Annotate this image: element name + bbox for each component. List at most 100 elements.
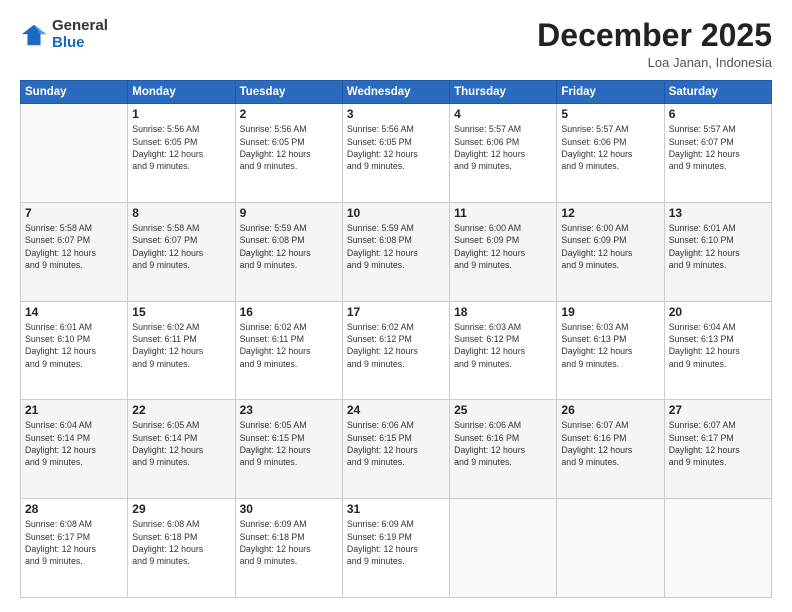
day-number: 31 [347, 502, 445, 516]
table-row: 11Sunrise: 6:00 AMSunset: 6:09 PMDayligh… [450, 202, 557, 301]
day-number: 9 [240, 206, 338, 220]
table-row: 29 Sunrise: 6:08 AMSunset: 6:18 PMDayligh… [128, 499, 235, 598]
page: General Blue December 2025 Loa Janan, In… [0, 0, 792, 612]
table-row: 1 Sunrise: 5:56 AMSunset: 6:05 PMDaylight… [128, 104, 235, 203]
day-number: 26 [561, 403, 659, 417]
table-row: 8Sunrise: 5:58 AMSunset: 6:07 PMDaylight… [128, 202, 235, 301]
day-info: Sunrise: 5:58 AMSunset: 6:07 PMDaylight:… [25, 222, 123, 271]
day-info: Sunrise: 6:09 AMSunset: 6:19 PMDaylight:… [347, 518, 445, 567]
col-thursday: Thursday [450, 81, 557, 104]
calendar-week-row: 1 Sunrise: 5:56 AMSunset: 6:05 PMDaylight… [21, 104, 772, 203]
logo-text: General Blue [52, 18, 108, 51]
table-row: 7Sunrise: 5:58 AMSunset: 6:07 PMDaylight… [21, 202, 128, 301]
day-info: Sunrise: 6:00 AMSunset: 6:09 PMDaylight:… [561, 222, 659, 271]
table-row: 20 Sunrise: 6:04 AMSunset: 6:13 PMDayligh… [664, 301, 771, 400]
calendar-header-row: Sunday Monday Tuesday Wednesday Thursday… [21, 81, 772, 104]
day-info: Sunrise: 6:05 AMSunset: 6:14 PMDaylight:… [132, 419, 230, 468]
day-number: 20 [669, 305, 767, 319]
table-row: 27 Sunrise: 6:07 AMSunset: 6:17 PMDayligh… [664, 400, 771, 499]
day-number: 6 [669, 107, 767, 121]
day-number: 1 [132, 107, 230, 121]
day-number: 17 [347, 305, 445, 319]
day-number: 30 [240, 502, 338, 516]
logo: General Blue [20, 18, 108, 51]
table-row: 4 Sunrise: 5:57 AMSunset: 6:06 PMDaylight… [450, 104, 557, 203]
day-number: 5 [561, 107, 659, 121]
day-info: Sunrise: 6:08 AMSunset: 6:18 PMDaylight:… [132, 518, 230, 567]
day-number: 2 [240, 107, 338, 121]
day-info: Sunrise: 5:56 AMSunset: 6:05 PMDaylight:… [347, 123, 445, 172]
table-row: 15 Sunrise: 6:02 AMSunset: 6:11 PMDayligh… [128, 301, 235, 400]
day-info: Sunrise: 6:02 AMSunset: 6:11 PMDaylight:… [132, 321, 230, 370]
table-row: 9 Sunrise: 5:59 AMSunset: 6:08 PMDaylight… [235, 202, 342, 301]
day-number: 22 [132, 403, 230, 417]
day-number: 4 [454, 107, 552, 121]
day-info: Sunrise: 6:03 AMSunset: 6:13 PMDaylight:… [561, 321, 659, 370]
col-friday: Friday [557, 81, 664, 104]
table-row: 13 Sunrise: 6:01 AMSunset: 6:10 PMDayligh… [664, 202, 771, 301]
day-number: 15 [132, 305, 230, 319]
day-info: Sunrise: 5:59 AMSunset: 6:08 PMDaylight:… [240, 222, 338, 271]
table-row: 17Sunrise: 6:02 AMSunset: 6:12 PMDayligh… [342, 301, 449, 400]
table-row: 30 Sunrise: 6:09 AMSunset: 6:18 PMDayligh… [235, 499, 342, 598]
day-info: Sunrise: 6:02 AMSunset: 6:11 PMDaylight:… [240, 321, 338, 370]
col-monday: Monday [128, 81, 235, 104]
calendar-week-row: 14 Sunrise: 6:01 AMSunset: 6:10 PMDayligh… [21, 301, 772, 400]
month-title: December 2025 [537, 18, 772, 53]
day-number: 3 [347, 107, 445, 121]
day-number: 21 [25, 403, 123, 417]
logo-general: General [52, 18, 108, 35]
table-row: 2 Sunrise: 5:56 AMSunset: 6:05 PMDaylight… [235, 104, 342, 203]
day-info: Sunrise: 5:56 AMSunset: 6:05 PMDaylight:… [132, 123, 230, 172]
day-number: 10 [347, 206, 445, 220]
day-number: 23 [240, 403, 338, 417]
day-info: Sunrise: 6:01 AMSunset: 6:10 PMDaylight:… [25, 321, 123, 370]
day-number: 18 [454, 305, 552, 319]
table-row: 21 Sunrise: 6:04 AMSunset: 6:14 PMDayligh… [21, 400, 128, 499]
day-number: 24 [347, 403, 445, 417]
logo-bird-icon [20, 21, 48, 49]
day-info: Sunrise: 5:57 AMSunset: 6:06 PMDaylight:… [454, 123, 552, 172]
table-row: 16 Sunrise: 6:02 AMSunset: 6:11 PMDayligh… [235, 301, 342, 400]
calendar-table: Sunday Monday Tuesday Wednesday Thursday… [20, 80, 772, 598]
header: General Blue December 2025 Loa Janan, In… [20, 18, 772, 70]
table-row: 18 Sunrise: 6:03 AMSunset: 6:12 PMDayligh… [450, 301, 557, 400]
day-info: Sunrise: 6:04 AMSunset: 6:14 PMDaylight:… [25, 419, 123, 468]
table-row [557, 499, 664, 598]
day-info: Sunrise: 6:07 AMSunset: 6:16 PMDaylight:… [561, 419, 659, 468]
day-number: 29 [132, 502, 230, 516]
table-row: 10 Sunrise: 5:59 AMSunset: 6:08 PMDayligh… [342, 202, 449, 301]
day-info: Sunrise: 5:58 AMSunset: 6:07 PMDaylight:… [132, 222, 230, 271]
table-row: 19 Sunrise: 6:03 AMSunset: 6:13 PMDayligh… [557, 301, 664, 400]
day-info: Sunrise: 6:01 AMSunset: 6:10 PMDaylight:… [669, 222, 767, 271]
title-area: December 2025 Loa Janan, Indonesia [537, 18, 772, 70]
day-info: Sunrise: 6:07 AMSunset: 6:17 PMDaylight:… [669, 419, 767, 468]
day-info: Sunrise: 6:08 AMSunset: 6:17 PMDaylight:… [25, 518, 123, 567]
table-row [664, 499, 771, 598]
day-info: Sunrise: 5:56 AMSunset: 6:05 PMDaylight:… [240, 123, 338, 172]
day-info: Sunrise: 6:03 AMSunset: 6:12 PMDaylight:… [454, 321, 552, 370]
day-info: Sunrise: 6:09 AMSunset: 6:18 PMDaylight:… [240, 518, 338, 567]
day-number: 28 [25, 502, 123, 516]
table-row: 23 Sunrise: 6:05 AMSunset: 6:15 PMDayligh… [235, 400, 342, 499]
day-info: Sunrise: 6:05 AMSunset: 6:15 PMDaylight:… [240, 419, 338, 468]
col-wednesday: Wednesday [342, 81, 449, 104]
day-info: Sunrise: 5:59 AMSunset: 6:08 PMDaylight:… [347, 222, 445, 271]
day-info: Sunrise: 6:04 AMSunset: 6:13 PMDaylight:… [669, 321, 767, 370]
calendar-week-row: 28 Sunrise: 6:08 AMSunset: 6:17 PMDayligh… [21, 499, 772, 598]
table-row: 25Sunrise: 6:06 AMSunset: 6:16 PMDayligh… [450, 400, 557, 499]
day-info: Sunrise: 6:06 AMSunset: 6:15 PMDaylight:… [347, 419, 445, 468]
day-number: 13 [669, 206, 767, 220]
table-row [450, 499, 557, 598]
day-number: 19 [561, 305, 659, 319]
col-saturday: Saturday [664, 81, 771, 104]
table-row: 6Sunrise: 5:57 AMSunset: 6:07 PMDaylight… [664, 104, 771, 203]
day-info: Sunrise: 6:00 AMSunset: 6:09 PMDaylight:… [454, 222, 552, 271]
table-row: 26 Sunrise: 6:07 AMSunset: 6:16 PMDayligh… [557, 400, 664, 499]
day-number: 27 [669, 403, 767, 417]
col-sunday: Sunday [21, 81, 128, 104]
table-row: 22 Sunrise: 6:05 AMSunset: 6:14 PMDayligh… [128, 400, 235, 499]
day-number: 16 [240, 305, 338, 319]
table-row [21, 104, 128, 203]
day-number: 14 [25, 305, 123, 319]
